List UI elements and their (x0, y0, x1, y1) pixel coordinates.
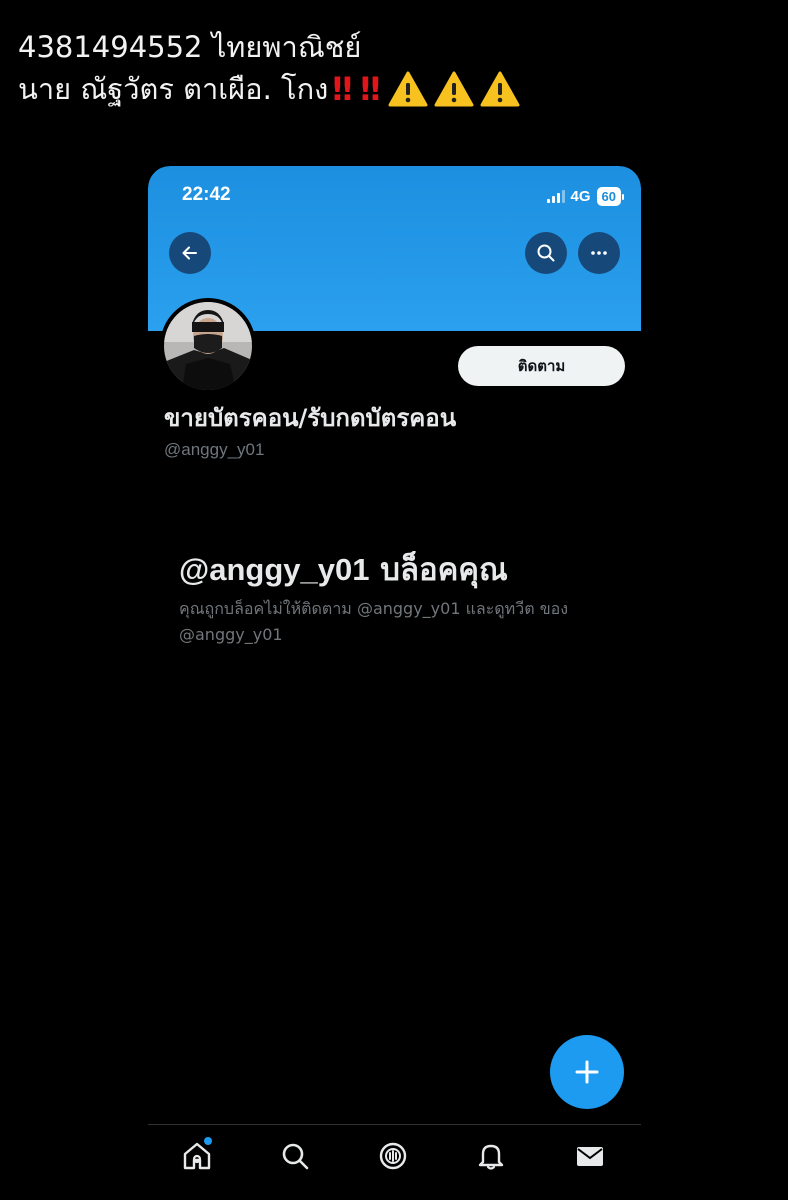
back-button[interactable] (169, 232, 211, 274)
status-indicators: 4G 60 (546, 187, 625, 206)
more-icon (591, 251, 607, 255)
emoji-row: ‼ ‼ (332, 68, 526, 110)
signal-icon (546, 190, 565, 203)
caption-line-2: นาย ณัฐวัตร ตาเผือ. โกง ‼ ‼ (18, 68, 778, 110)
arrow-left-icon (182, 246, 197, 260)
search-icon[interactable] (279, 1140, 311, 1172)
warning-icon (480, 71, 520, 107)
warning-icon (388, 71, 428, 107)
network-type: 4G (570, 188, 591, 205)
follow-button[interactable]: ติดตาม (458, 346, 625, 386)
profile-display-name: ขายบัตรคอน/รับกดบัตรคอน (164, 404, 457, 432)
profile-handle: @anggy_y01 (164, 440, 265, 459)
blocked-description: คุณถูกบล็อคไม่ให้ติดตาม @anggy_y01 และดู… (179, 599, 569, 644)
avatar-photo (164, 302, 252, 390)
post-caption: 4381494552 ไทยพาณิชย์ นาย ณัฐวัตร ตาเผือ… (18, 26, 778, 110)
more-button[interactable] (578, 232, 620, 274)
blocked-title: @anggy_y01 บล็อคคุณ (179, 544, 508, 594)
avatar[interactable] (160, 298, 256, 394)
status-time: 22:42 (182, 184, 231, 205)
search-icon (537, 244, 555, 262)
mail-icon[interactable] (574, 1140, 606, 1172)
compose-button[interactable] (550, 1035, 624, 1109)
notification-dot (204, 1137, 212, 1145)
plus-icon (575, 1060, 599, 1084)
bottom-tab-bar (148, 1124, 641, 1200)
caption-line-1: 4381494552 ไทยพาณิชย์ (18, 30, 362, 64)
blocked-title-text: บล็อคคุณ (369, 552, 508, 588)
warning-icon (434, 71, 474, 107)
caption-line-2-text: นาย ณัฐวัตร ตาเผือ. โกง (18, 72, 329, 106)
battery-icon: 60 (596, 187, 625, 206)
bell-icon[interactable] (475, 1140, 507, 1172)
spaces-icon[interactable] (377, 1140, 409, 1172)
phone-screenshot: 22:42 4G 60 ติดตาม ขายบัตรคอน/รับกดบัตรค… (148, 166, 641, 1200)
search-button[interactable] (525, 232, 567, 274)
double-exclamation-icon: ‼ (332, 70, 352, 108)
blocked-title-handle: @anggy_y01 (179, 552, 370, 587)
double-exclamation-icon: ‼ (360, 70, 380, 108)
